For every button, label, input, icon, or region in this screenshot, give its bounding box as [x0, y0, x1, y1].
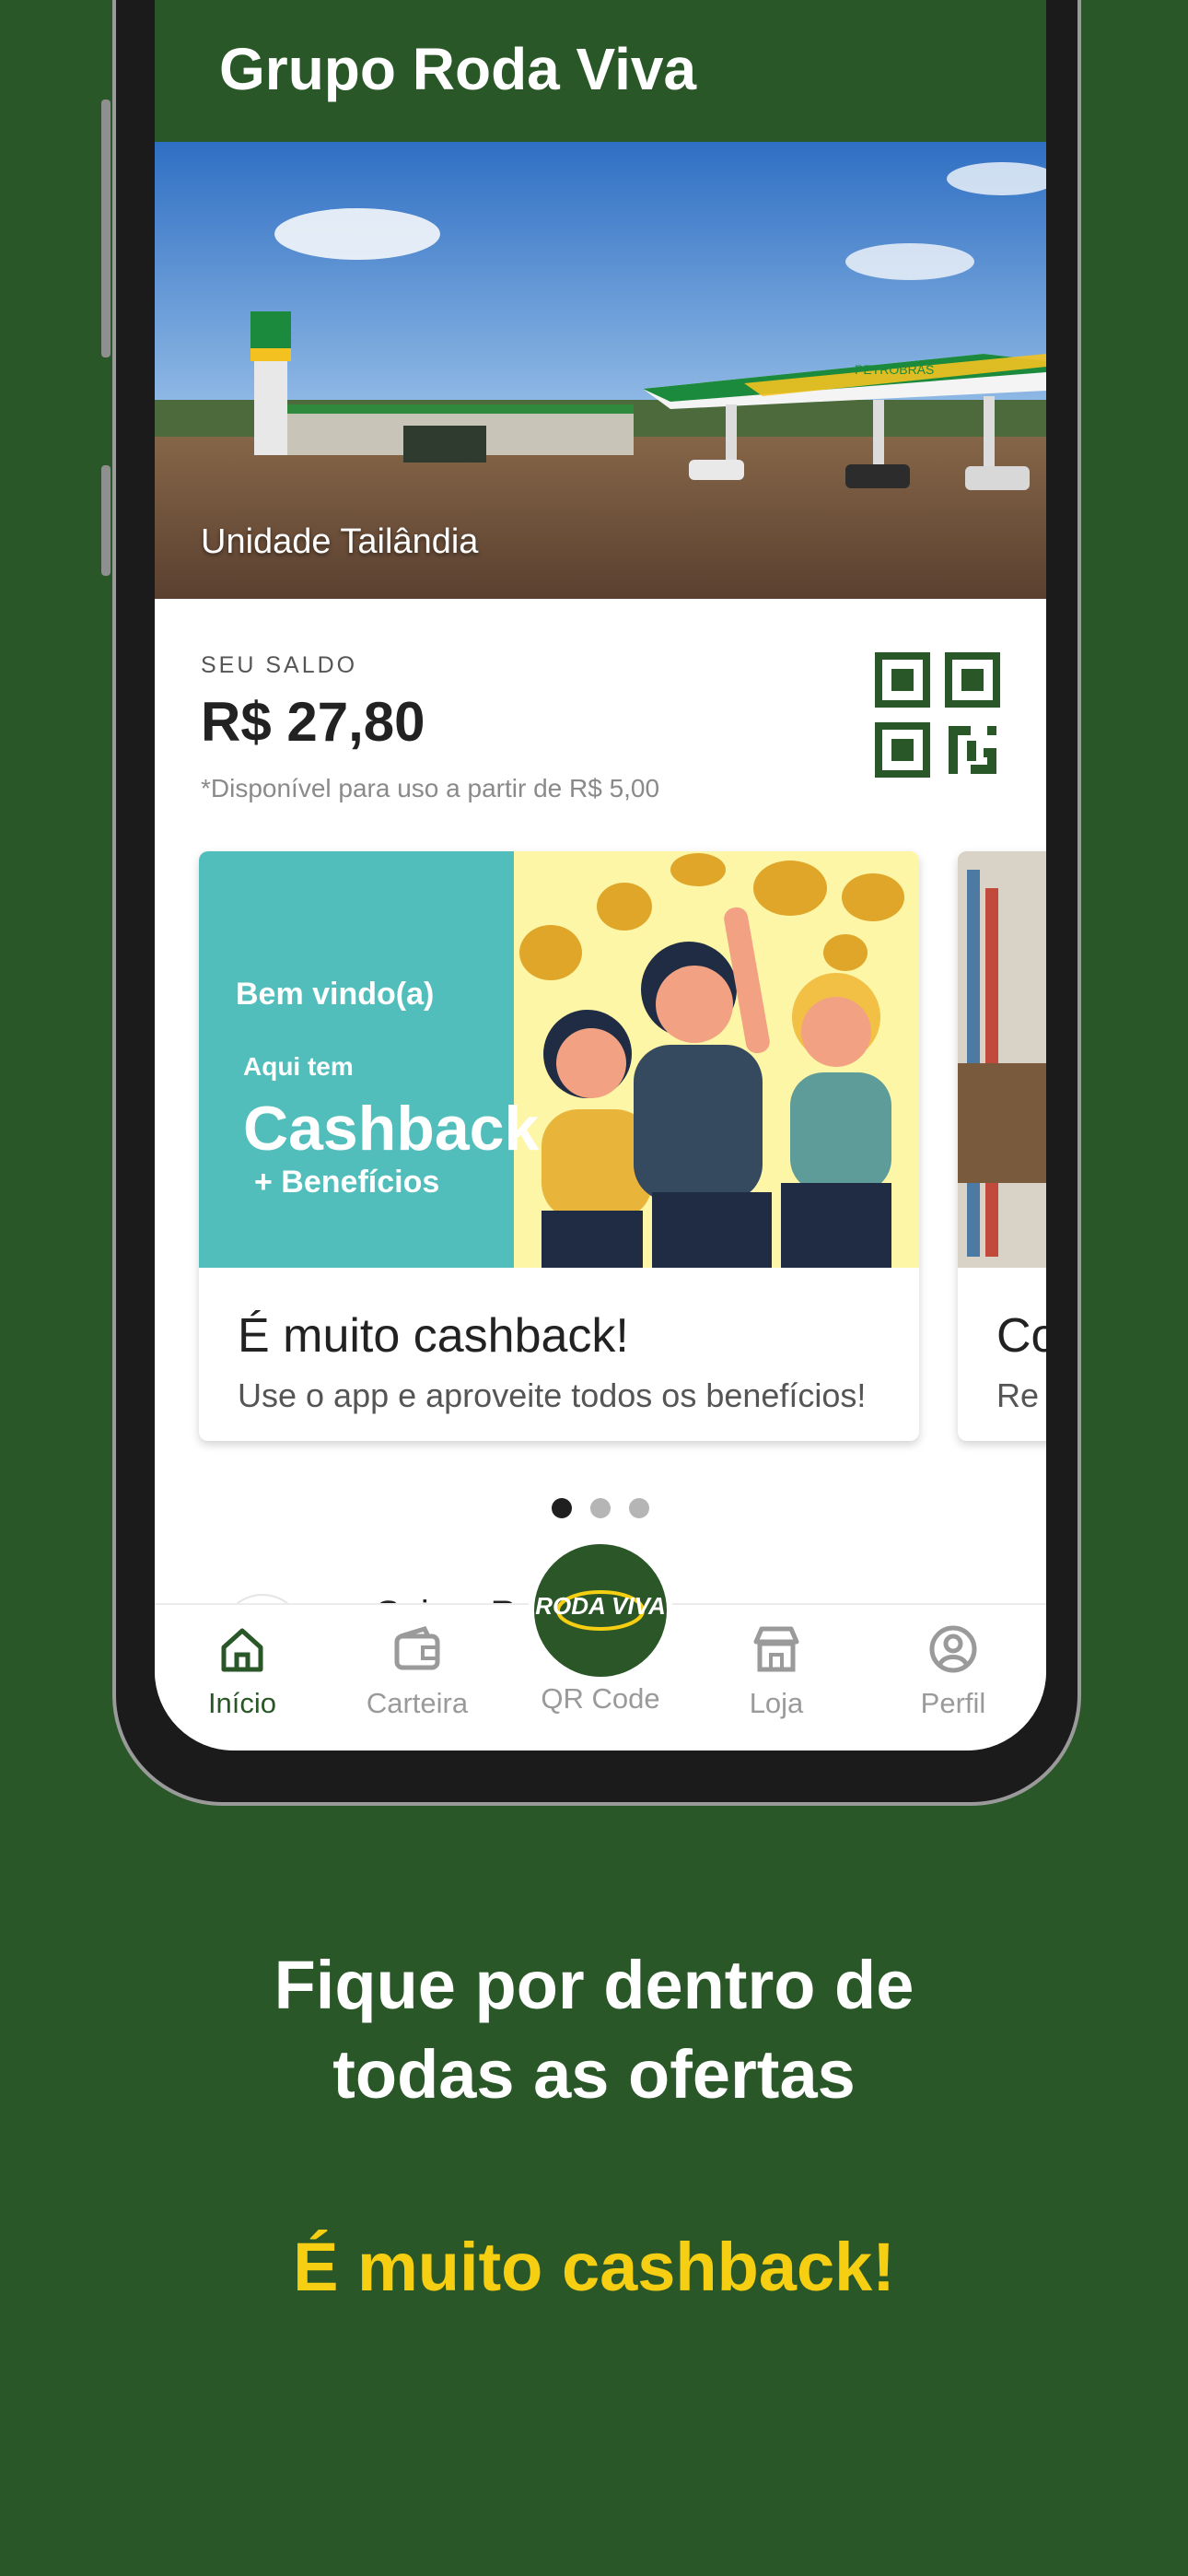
promo-card[interactable]: Co Re [958, 851, 1046, 1441]
nav-label: Início [207, 1687, 277, 1719]
promo-card-banner: Bem vindo(a) Aqui tem Cashback + Benefíc… [199, 851, 919, 1268]
nav-item-loja[interactable]: Loja [689, 1623, 864, 1720]
qr-code-fab[interactable]: RODA VIVA [529, 1539, 672, 1682]
unit-name-caption: Unidade Tailândia [201, 522, 479, 561]
promo-heading: Fique por dentro de todas as ofertas [0, 1940, 1188, 2119]
nav-item-inicio[interactable]: Início [155, 1623, 330, 1720]
promo-card-description: Use o app e aproveite todos os benefício… [238, 1376, 867, 1414]
nav-item-carteira[interactable]: Carteira [330, 1623, 505, 1720]
phone-side-button [101, 100, 111, 357]
banner-headline-text: Cashback [243, 1094, 540, 1164]
promo-card[interactable]: Bem vindo(a) Aqui tem Cashback + Benefíc… [199, 851, 919, 1441]
carousel-dot-active[interactable] [551, 1498, 572, 1518]
banner-welcome-text: Bem vindo(a) [236, 977, 435, 1012]
banner-benefits-text: + Benefícios [254, 1165, 440, 1200]
qr-code-icon[interactable] [875, 652, 1000, 782]
profile-icon [929, 1625, 977, 1673]
app-header: Grupo Roda Viva [155, 0, 1046, 142]
carousel-pagination [155, 1498, 1046, 1523]
promo-card-title: Co [996, 1309, 1046, 1363]
promo-heading-line2: todas as ofertas [332, 2036, 856, 2113]
home-icon [221, 1628, 263, 1672]
banner-subtitle-text: Aqui tem [243, 1052, 354, 1081]
app-title: Grupo Roda Viva [219, 36, 697, 102]
phone-side-button [101, 465, 111, 576]
nav-label: QR Code [541, 1682, 660, 1715]
nav-item-perfil[interactable]: Perfil [866, 1623, 1041, 1720]
nav-label: Loja [749, 1687, 804, 1719]
store-icon [753, 1626, 799, 1672]
promo-card-banner [958, 851, 1046, 1268]
fab-logo-text: RODA VIVA [535, 1592, 666, 1620]
phone-screen: Grupo Roda Viva PETROBRAS Unidade Tailân… [155, 0, 1046, 1751]
promo-card-description: Re [996, 1376, 1040, 1414]
promo-card-title: É muito cashback! [238, 1309, 629, 1363]
carousel-dot[interactable] [590, 1498, 611, 1518]
carousel-dot[interactable] [629, 1498, 650, 1518]
unit-hero-image[interactable]: PETROBRAS Unidade Tailândia [155, 142, 1046, 599]
banner-illustration [514, 851, 919, 1268]
promo-heading-line1: Fique por dentro de [274, 1947, 914, 2023]
promo-tagline: É muito cashback! [293, 2229, 895, 2305]
nav-label: Perfil [920, 1687, 986, 1719]
nav-label: Carteira [366, 1687, 469, 1719]
canopy-sign-text: PETROBRAS [855, 362, 934, 377]
wallet-icon [394, 1625, 440, 1670]
